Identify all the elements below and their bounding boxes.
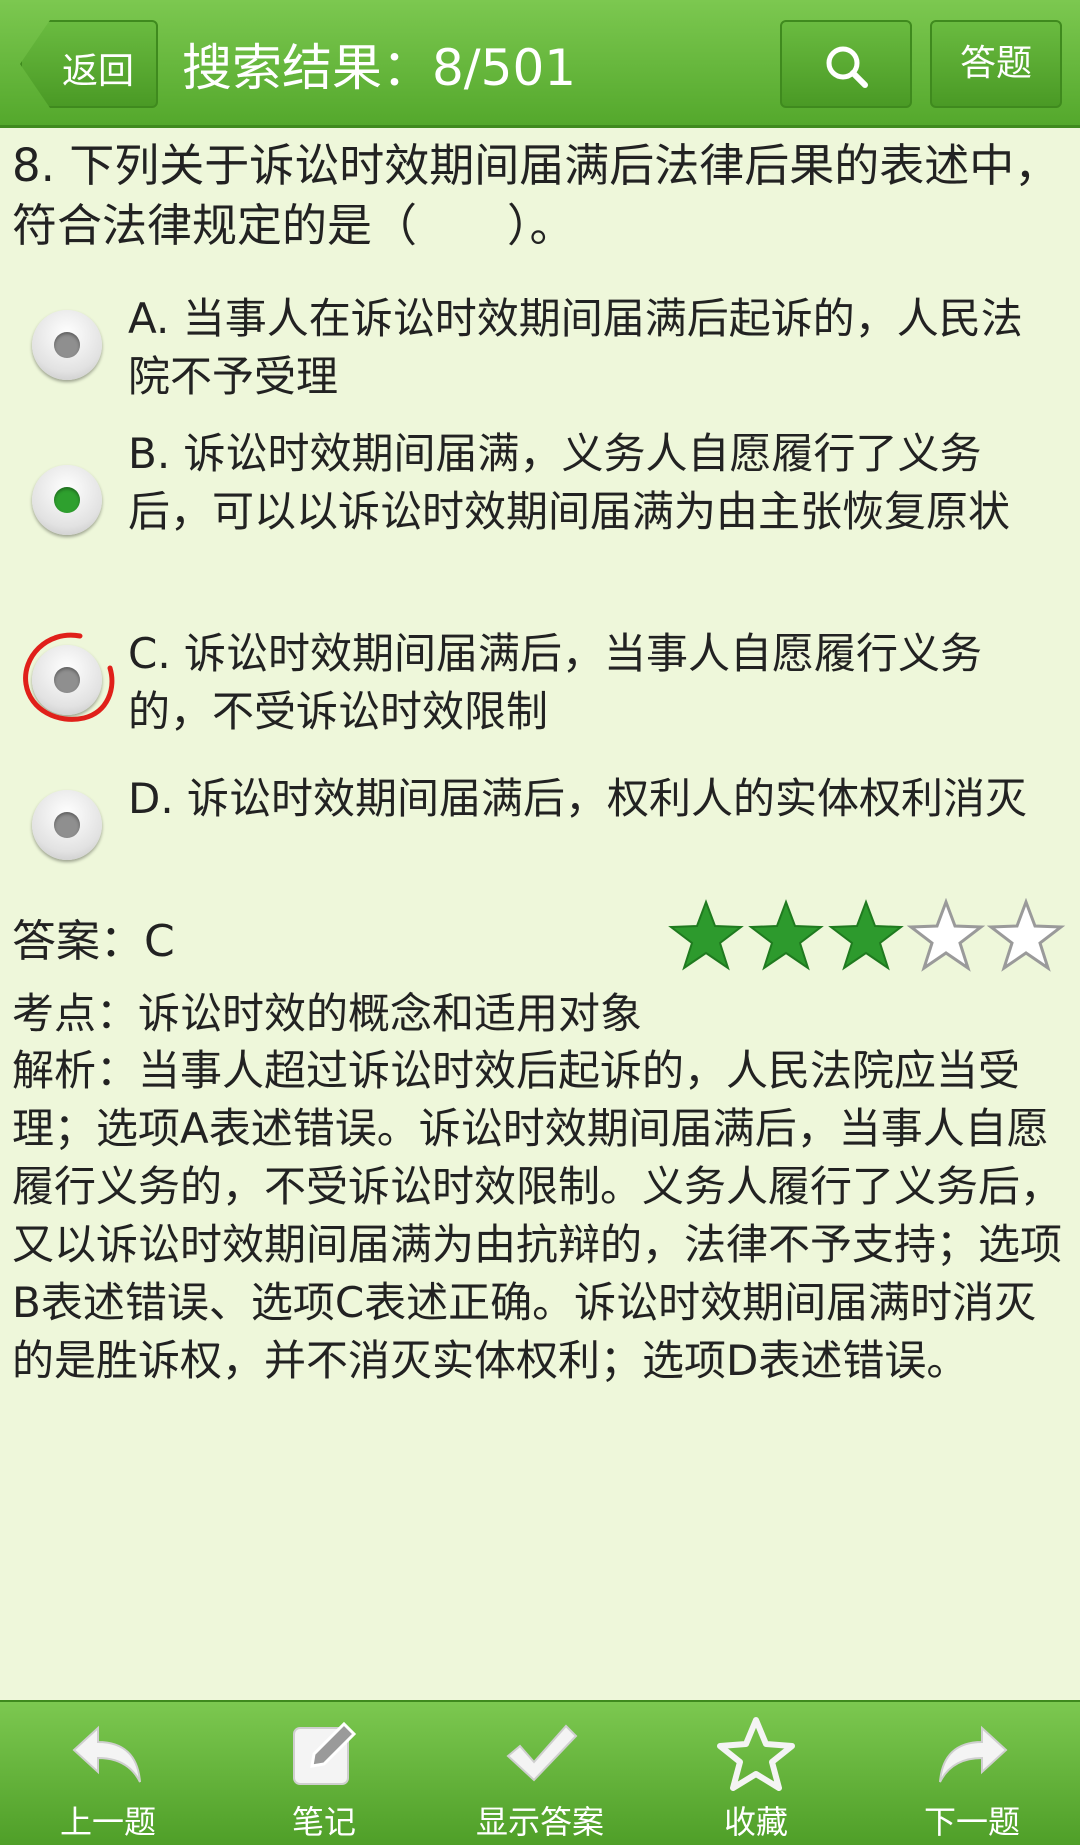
option-d-label: D. 诉讼时效期间届满后，权利人的实体权利消灭	[128, 774, 1028, 823]
star-3-icon	[828, 899, 904, 971]
top-bar: 返回 搜索结果：8/501 答题	[0, 0, 1080, 128]
prev-question-button[interactable]: 上一题	[0, 1702, 216, 1845]
star-4-icon	[906, 897, 986, 972]
edit-note-icon	[293, 1721, 357, 1785]
next-question-button[interactable]: 下一题	[864, 1702, 1080, 1845]
search-button[interactable]	[780, 20, 912, 108]
radio-dot	[54, 487, 80, 513]
option-c-label: C. 诉讼时效期间届满后，当事人自愿履行义务的，不受诉讼时效限制	[128, 629, 983, 736]
option-d-radio[interactable]	[32, 790, 102, 860]
checkmark-icon	[506, 1724, 578, 1782]
radio-dot	[54, 812, 80, 838]
redo-arrow-icon	[939, 1725, 1008, 1783]
star-outline-icon	[717, 1717, 795, 1791]
option-b-label: B. 诉讼时效期间届满，义务人自愿履行了义务后，可以以诉讼时效期间届满为由主张恢…	[128, 429, 1011, 536]
key-point: 考点：诉讼时效的概念和适用对象	[12, 989, 643, 1038]
note-button[interactable]: 笔记	[216, 1702, 432, 1845]
difficulty-stars	[668, 897, 1068, 978]
answer-mode-button[interactable]: 答题	[930, 20, 1062, 108]
undo-arrow-icon	[72, 1725, 141, 1783]
next-label: 下一题	[923, 1803, 1020, 1841]
search-icon	[826, 46, 868, 88]
show-answer-button[interactable]: 显示答案	[432, 1702, 648, 1845]
show-answer-label: 显示答案	[475, 1803, 604, 1841]
radio-dot	[54, 332, 80, 358]
favorite-label: 收藏	[723, 1803, 788, 1841]
star-1-icon	[668, 899, 744, 971]
back-button-label: 返回	[62, 51, 135, 92]
option-a-label: A. 当事人在诉讼时效期间届满后起诉的，人民法院不予受理	[128, 294, 1023, 401]
favorite-button[interactable]: 收藏	[648, 1702, 864, 1845]
star-5-icon	[986, 897, 1066, 972]
option-b-radio[interactable]	[32, 465, 102, 535]
back-button[interactable]: 返回	[20, 20, 158, 108]
page-title: 搜索结果：8/501	[182, 39, 577, 97]
analysis-text: 解析：当事人超过诉讼时效后起诉的，人民法院应当受理；选项A表述错误。诉讼时效期间…	[12, 1046, 1063, 1385]
prev-label: 上一题	[59, 1803, 156, 1841]
note-label: 笔记	[291, 1803, 356, 1841]
bottom-toolbar: 上一题 笔记 显示答案 收藏 下一题	[0, 1700, 1080, 1845]
option-a-radio[interactable]	[32, 310, 102, 380]
star-2-icon	[748, 899, 824, 971]
question-text: 8. 下列关于诉讼时效期间届满后法律后果的表述中，符合法律规定的是（ ）。	[12, 139, 1060, 252]
answer-text: 答案：C	[12, 916, 175, 967]
correct-mark-circle	[23, 632, 115, 722]
